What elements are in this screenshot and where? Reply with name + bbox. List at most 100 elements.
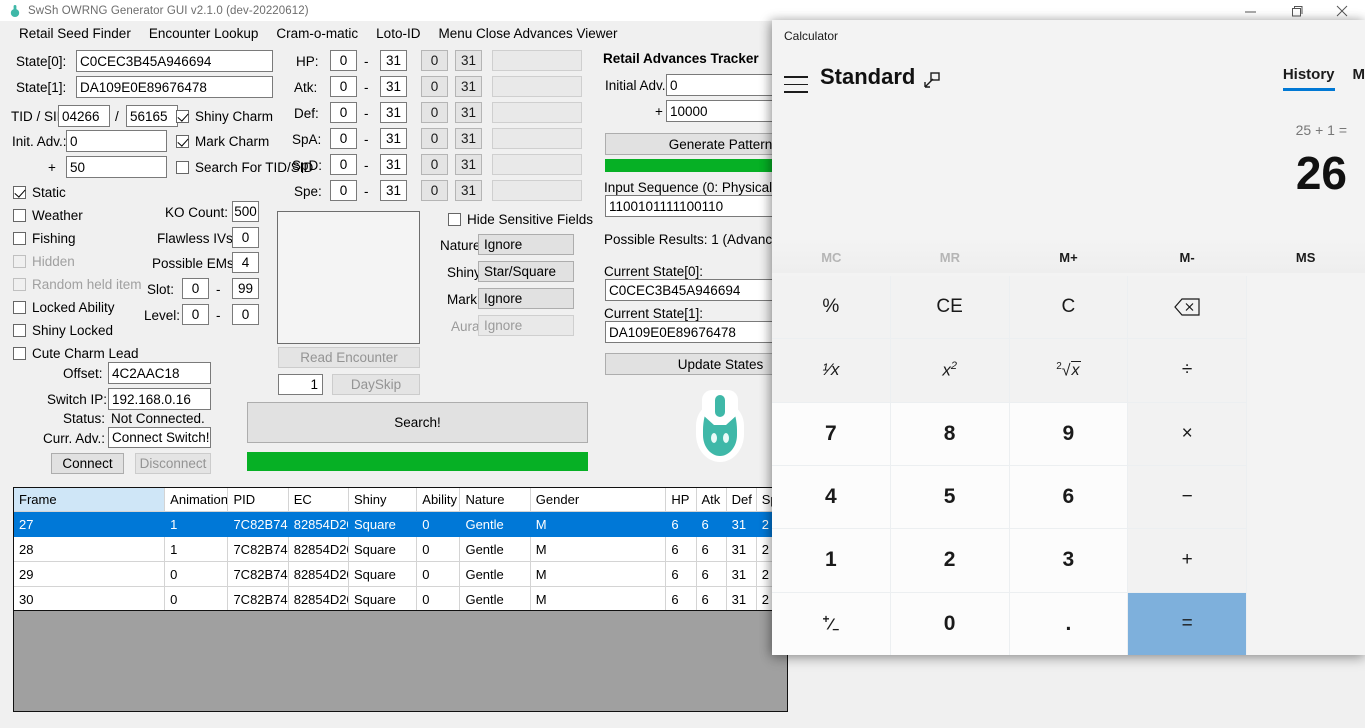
iv-def-max-input[interactable]: 31 xyxy=(380,102,407,123)
checkbox-static[interactable]: Static xyxy=(13,185,66,200)
key-sqrt-x[interactable]: 2√x xyxy=(1009,339,1129,403)
iv-spd-min-input[interactable]: 0 xyxy=(330,154,357,175)
menu-item-menu-close-advances-viewer[interactable]: Menu Close Advances Viewer xyxy=(429,24,626,43)
menu-item-loto-id[interactable]: Loto-ID xyxy=(367,24,429,43)
column-header-gender[interactable]: Gender xyxy=(530,488,667,512)
key-[interactable]: + xyxy=(1128,529,1247,593)
mark-filter-combo[interactable]: Ignore xyxy=(478,288,574,309)
switch-ip-input[interactable]: 192.168.0.16 xyxy=(108,388,211,410)
slot-min-input[interactable]: 0 xyxy=(182,278,209,299)
column-header-nature[interactable]: Nature xyxy=(459,488,531,512)
sid-input[interactable]: 56165 xyxy=(126,105,178,127)
connect-button[interactable]: Connect xyxy=(51,453,124,474)
iv-hp-min-input[interactable]: 0 xyxy=(330,50,357,71)
checkbox-fishing[interactable]: Fishing xyxy=(13,231,76,246)
key-ce[interactable]: CE xyxy=(890,276,1010,340)
key-[interactable]: % xyxy=(772,276,891,340)
memory-button-m[interactable]: M- xyxy=(1128,241,1247,273)
key-4[interactable]: 4 xyxy=(772,465,891,530)
column-header-ability[interactable]: Ability xyxy=(416,488,461,512)
checkbox-weather[interactable]: Weather xyxy=(13,208,83,223)
level-max-input[interactable]: 0 xyxy=(232,304,259,325)
iv-hp-max-input[interactable]: 31 xyxy=(380,50,407,71)
checkbox-cute-charm-lead[interactable]: Cute Charm Lead xyxy=(13,346,139,361)
iv-def-dmax-display: 31 xyxy=(455,102,482,123)
iv-spe-max-input[interactable]: 31 xyxy=(380,180,407,201)
iv-atk-max-input[interactable]: 31 xyxy=(380,76,407,97)
memory-button-m[interactable]: M+ xyxy=(1009,241,1128,273)
checkbox-shiny-locked[interactable]: Shiny Locked xyxy=(13,323,113,338)
key-1-x[interactable]: ¹⁄x xyxy=(772,339,891,403)
key-8[interactable]: 8 xyxy=(890,402,1010,466)
checkbox-locked-ability[interactable]: Locked Ability xyxy=(13,300,115,315)
checkbox-shiny-charm[interactable]: Shiny Charm xyxy=(176,109,273,124)
memory-button-ms[interactable]: MS xyxy=(1246,241,1365,273)
menu-item-encounter-lookup[interactable]: Encounter Lookup xyxy=(140,24,268,43)
key-2[interactable]: 2 xyxy=(890,529,1010,593)
key-9[interactable]: 9 xyxy=(1009,402,1129,466)
table-row[interactable]: 2717C82B74D82854D20Square0GentleM66312 xyxy=(14,511,787,537)
init-adv-input[interactable]: 0 xyxy=(66,130,167,152)
curr-adv-input[interactable]: Connect Switch! xyxy=(108,427,211,448)
column-header-animation[interactable]: Animation xyxy=(164,488,229,512)
key-3[interactable]: 3 xyxy=(1009,529,1129,593)
table-row[interactable]: 2907C82B74D82854D20Square0GentleM66312 xyxy=(14,561,787,587)
iv-atk-min-input[interactable]: 0 xyxy=(330,76,357,97)
key-[interactable]: × xyxy=(1128,402,1247,466)
nature-filter-combo[interactable]: Ignore xyxy=(478,234,574,255)
iv-spa-max-input[interactable]: 31 xyxy=(380,128,407,149)
column-header-hp[interactable]: HP xyxy=(665,488,697,512)
keep-on-top-icon[interactable] xyxy=(922,70,944,92)
ko-count-input[interactable]: 500 xyxy=(232,201,259,222)
results-grid[interactable]: Frame Animation PID EC Shiny Ability Nature Gen… xyxy=(13,487,788,611)
checkbox-hide-sensitive-fields[interactable]: Hide Sensitive Fields xyxy=(448,212,593,227)
key-backspace-icon[interactable] xyxy=(1128,276,1247,340)
key-[interactable]: +⁄− xyxy=(772,592,891,655)
column-header-ec[interactable]: EC xyxy=(288,488,349,512)
key-1[interactable]: 1 xyxy=(772,529,891,593)
possible-ems-input[interactable]: 4 xyxy=(232,252,259,273)
tab-history[interactable]: History xyxy=(1282,66,1335,91)
calculator-history-pane xyxy=(1247,276,1365,655)
level-min-input[interactable]: 0 xyxy=(182,304,209,325)
state1-input[interactable]: DA109E0E89676478 xyxy=(76,76,273,98)
key-[interactable]: . xyxy=(1009,592,1129,655)
slot-max-input[interactable]: 99 xyxy=(232,278,259,299)
search-button[interactable]: Search! xyxy=(247,402,588,443)
table-row[interactable]: 3007C82B74D82854D20Square0GentleM66312 xyxy=(14,586,787,610)
state0-input[interactable]: C0CEC3B45A946694 xyxy=(76,50,273,72)
key-5[interactable]: 5 xyxy=(890,465,1010,530)
hamburger-icon[interactable] xyxy=(784,70,812,93)
iv-def-min-input[interactable]: 0 xyxy=(330,102,357,123)
maximize-icon[interactable] xyxy=(1273,0,1319,22)
tid-input[interactable]: 04266 xyxy=(58,105,110,127)
column-header-atk[interactable]: Atk xyxy=(696,488,727,512)
column-header-def[interactable]: Def xyxy=(726,488,757,512)
key-[interactable]: ÷ xyxy=(1128,339,1247,403)
dayskip-count-input[interactable]: 1 xyxy=(278,374,323,395)
column-header-shiny[interactable]: Shiny xyxy=(348,488,418,512)
iv-spa-min-input[interactable]: 0 xyxy=(330,128,357,149)
key-0[interactable]: 0 xyxy=(890,592,1010,655)
key-c[interactable]: C xyxy=(1009,276,1129,340)
key-6[interactable]: 6 xyxy=(1009,465,1129,530)
menu-item-cram-o-matic[interactable]: Cram-o-matic xyxy=(267,24,367,43)
flawless-ivs-input[interactable]: 0 xyxy=(232,227,259,248)
shiny-filter-combo[interactable]: Star/Square xyxy=(478,261,574,282)
table-row[interactable]: 2817C82B74D82854D20Square0GentleM66312 xyxy=(14,536,787,562)
key-x2[interactable]: x2 xyxy=(890,339,1010,403)
iv-spd-max-input[interactable]: 31 xyxy=(380,154,407,175)
key-[interactable]: − xyxy=(1128,465,1247,530)
tab-memory[interactable]: M xyxy=(1353,66,1365,91)
checkbox-mark-charm[interactable]: Mark Charm xyxy=(176,134,269,149)
offset-input[interactable]: 4C2AAC18 xyxy=(108,362,211,384)
iv-spe-min-input[interactable]: 0 xyxy=(330,180,357,201)
key-7[interactable]: 7 xyxy=(772,402,891,466)
column-header-frame[interactable]: Frame xyxy=(14,488,166,512)
minimize-icon[interactable] xyxy=(1227,0,1273,22)
menu-item-retail-seed-finder[interactable]: Retail Seed Finder xyxy=(10,24,140,43)
close-icon[interactable] xyxy=(1319,0,1365,22)
column-header-pid[interactable]: PID xyxy=(227,488,289,512)
adv-plus-input[interactable]: 50 xyxy=(66,156,167,178)
key-[interactable]: = xyxy=(1128,592,1247,655)
